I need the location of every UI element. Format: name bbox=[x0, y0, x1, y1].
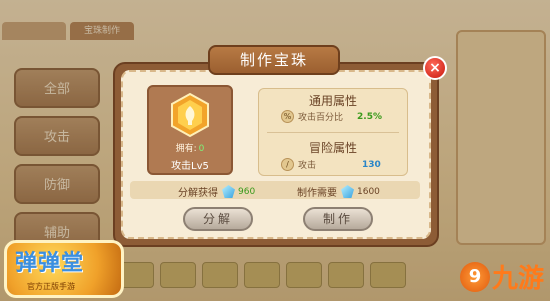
owned-label: 拥有: bbox=[175, 144, 197, 154]
craft-button[interactable]: 制作 bbox=[303, 207, 373, 231]
adventure-attributes-heading: 冒险属性 bbox=[308, 141, 357, 155]
owned-value: 0 bbox=[198, 144, 205, 154]
percent-icon: % bbox=[281, 110, 294, 123]
decompose-gain-value: 960 bbox=[238, 186, 256, 197]
adventure-attribute-row: / 攻击 130 bbox=[281, 158, 381, 171]
adventure-attribute-value: 130 bbox=[362, 159, 381, 170]
item-name: 攻击Lv5 bbox=[171, 161, 209, 172]
close-button[interactable]: × bbox=[423, 56, 447, 80]
general-attribute-label: 攻击百分比 bbox=[298, 113, 344, 123]
crystal-icon bbox=[341, 185, 354, 198]
adventure-attribute-label: 攻击 bbox=[298, 161, 317, 171]
watermark-text: 九游 bbox=[491, 264, 544, 294]
divider bbox=[267, 132, 399, 133]
logo-text: 弹弹堂 bbox=[15, 251, 85, 276]
owned-count: 拥有: 0 bbox=[149, 141, 231, 154]
attack-icon: / bbox=[281, 158, 294, 171]
game-logo: 弹弹堂 官方正版手游 bbox=[4, 240, 124, 298]
dialog-title: 制作宝珠 bbox=[208, 45, 340, 75]
craft-cost: 制作需要 1600 bbox=[297, 184, 380, 199]
logo-subtitle: 官方正版手游 bbox=[27, 282, 75, 291]
site-watermark: 9 九游 bbox=[459, 258, 544, 295]
nine-game-icon: 9 bbox=[459, 261, 490, 292]
decompose-gain-label: 分解获得 bbox=[178, 188, 218, 199]
gem-icon bbox=[171, 92, 209, 138]
crystal-icon bbox=[222, 185, 235, 198]
gem-item-card[interactable]: 拥有: 0 攻击Lv5 bbox=[147, 85, 233, 175]
general-attribute-value: 2.5% bbox=[357, 111, 382, 122]
general-attributes-heading: 通用属性 bbox=[308, 94, 357, 108]
general-attribute-row: % 攻击百分比 2.5% bbox=[281, 110, 382, 123]
craft-cost-label: 制作需要 bbox=[297, 188, 337, 199]
decompose-button[interactable]: 分解 bbox=[183, 207, 253, 231]
decompose-gain: 分解获得 960 bbox=[178, 184, 255, 199]
attributes-panel: 通用属性 % 攻击百分比 2.5% 冒险属性 / 攻击 130 bbox=[258, 88, 408, 176]
craft-cost-value: 1600 bbox=[357, 186, 380, 197]
